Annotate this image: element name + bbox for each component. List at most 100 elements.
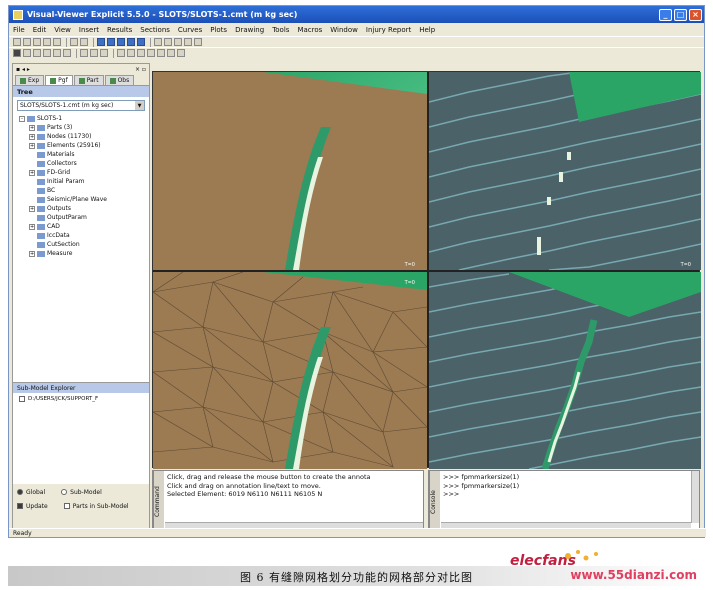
tree-item[interactable]: IccData <box>19 231 149 240</box>
measure-icon[interactable] <box>184 38 192 46</box>
print-icon[interactable] <box>43 38 51 46</box>
tab-pgf[interactable]: Pgf <box>45 75 73 85</box>
expand-toggle-icon[interactable]: + <box>29 223 35 230</box>
pan-icon[interactable] <box>23 49 31 57</box>
model-selector[interactable]: SLOTS/SLOTS-1.cmt (m kg sec) ▼ <box>17 100 145 111</box>
expand-toggle-icon[interactable]: + <box>29 124 35 131</box>
contour-icon[interactable] <box>117 49 125 57</box>
view-top-left[interactable]: T=0 <box>153 72 427 270</box>
menu-sections[interactable]: Sections <box>140 26 170 34</box>
animation-icon[interactable] <box>100 49 108 57</box>
checkbox[interactable] <box>19 396 25 402</box>
chevron-down-icon[interactable]: ▼ <box>135 101 144 110</box>
open-file-icon[interactable] <box>23 38 31 46</box>
command-window[interactable]: Command Click, drag and release the mous… <box>152 470 424 533</box>
tree-item[interactable]: + Nodes (11730) <box>19 132 149 141</box>
submodel-radio[interactable]: Sub-Model <box>61 489 102 496</box>
view-z-icon[interactable] <box>53 49 61 57</box>
tree-item[interactable]: Initial Param <box>19 177 149 186</box>
view-bottom-right[interactable] <box>429 272 701 469</box>
menu-curves[interactable]: Curves <box>178 26 202 34</box>
cut-icon[interactable] <box>137 49 145 57</box>
view-y-icon[interactable] <box>43 49 51 57</box>
zoom-icon[interactable] <box>154 38 162 46</box>
submodel-item[interactable]: D:/USERS/JCK/SUPPORT_F <box>13 396 149 402</box>
menu-macros[interactable]: Macros <box>297 26 322 34</box>
menu-plots[interactable]: Plots <box>210 26 227 34</box>
layout-2-icon[interactable] <box>107 38 115 46</box>
view-top-right[interactable]: T=0 <box>429 72 701 270</box>
help-icon[interactable] <box>177 49 185 57</box>
tab-exp[interactable]: Exp <box>15 75 45 85</box>
redo-icon[interactable] <box>80 38 88 46</box>
tree-item[interactable]: + FD-Grid <box>19 168 149 177</box>
console-window[interactable]: Console >>> fpmmarkersize(1) >>> fpmmark… <box>428 470 700 533</box>
tree-item[interactable]: + Measure <box>19 249 149 258</box>
expand-toggle-icon[interactable]: - <box>19 115 25 122</box>
tree-item[interactable]: - SLOTS-1 <box>19 114 149 123</box>
tree-item[interactable]: + CAD <box>19 222 149 231</box>
menu-edit[interactable]: Edit <box>33 26 47 34</box>
tree-item[interactable]: OutputParam <box>19 213 149 222</box>
view-bottom-left[interactable]: T=0 <box>153 272 427 469</box>
tree-item[interactable]: CutSection <box>19 240 149 249</box>
update-checkbox[interactable]: Update <box>17 503 48 510</box>
fit-icon[interactable] <box>164 38 172 46</box>
new-file-icon[interactable] <box>13 38 21 46</box>
tree-item[interactable]: + Outputs <box>19 204 149 213</box>
panel-pin-icon[interactable]: ▪ ◂ ▸ <box>16 66 30 73</box>
select-icon[interactable] <box>174 38 182 46</box>
tree-item[interactable]: + Elements (25916) <box>19 141 149 150</box>
menu-drawing[interactable]: Drawing <box>235 26 264 34</box>
view-x-icon[interactable] <box>33 49 41 57</box>
menu-insert[interactable]: Insert <box>79 26 99 34</box>
minimize-button[interactable]: _ <box>659 8 672 21</box>
menu-injury-report[interactable]: Injury Report <box>366 26 411 34</box>
expand-toggle-icon[interactable]: + <box>29 169 35 176</box>
play-icon[interactable] <box>80 49 88 57</box>
close-button[interactable]: × <box>689 8 702 21</box>
expand-toggle-icon[interactable]: + <box>29 205 35 212</box>
menu-tools[interactable]: Tools <box>272 26 289 34</box>
menu-view[interactable]: View <box>54 26 71 34</box>
layout-1-icon[interactable] <box>97 38 105 46</box>
expand-toggle-icon[interactable]: + <box>29 142 35 149</box>
graphics-viewport[interactable]: T=0 T=0 T=0 <box>152 71 701 469</box>
tree-item[interactable]: + Parts (3) <box>19 123 149 132</box>
tree-item[interactable]: BC <box>19 186 149 195</box>
tree-item-label: CAD <box>47 223 60 230</box>
tree-item[interactable]: Materials <box>19 150 149 159</box>
copy-icon[interactable] <box>53 38 61 46</box>
obs-icon <box>109 77 116 84</box>
title-bar[interactable]: Visual-Viewer Explicit 5.5.0 - SLOTS/SLO… <box>9 6 704 23</box>
expand-toggle-icon[interactable]: + <box>29 133 35 140</box>
probe-icon[interactable] <box>147 49 155 57</box>
layout-grid-icon[interactable] <box>137 38 145 46</box>
tree-item[interactable]: Collectors <box>19 159 149 168</box>
maximize-button[interactable]: □ <box>674 8 687 21</box>
layout-4-icon[interactable] <box>127 38 135 46</box>
annotate-icon[interactable] <box>194 38 202 46</box>
panel-close-icon[interactable]: × ▫ <box>135 66 146 73</box>
parts-in-submodel-checkbox[interactable]: Parts in Sub-Model <box>63 503 129 510</box>
menu-help[interactable]: Help <box>419 26 435 34</box>
save-icon[interactable] <box>33 38 41 46</box>
edge-icon[interactable] <box>167 49 175 57</box>
undo-icon[interactable] <box>70 38 78 46</box>
menu-window[interactable]: Window <box>330 26 358 34</box>
tree-item-label: Materials <box>47 151 75 158</box>
expand-toggle-icon[interactable]: + <box>29 250 35 257</box>
step-icon[interactable] <box>90 49 98 57</box>
vector-icon[interactable] <box>127 49 135 57</box>
tab-obs[interactable]: Obs <box>104 75 135 85</box>
iso-view-icon[interactable] <box>63 49 71 57</box>
global-radio[interactable]: Global <box>17 489 45 496</box>
layout-3-icon[interactable] <box>117 38 125 46</box>
vertical-scrollbar[interactable] <box>691 471 699 523</box>
mesh-icon[interactable] <box>157 49 165 57</box>
tab-part[interactable]: Part <box>73 75 104 85</box>
rotate-icon[interactable] <box>13 49 21 57</box>
menu-file[interactable]: File <box>13 26 25 34</box>
menu-results[interactable]: Results <box>107 26 132 34</box>
tree-item[interactable]: Seismic/Plane Wave <box>19 195 149 204</box>
